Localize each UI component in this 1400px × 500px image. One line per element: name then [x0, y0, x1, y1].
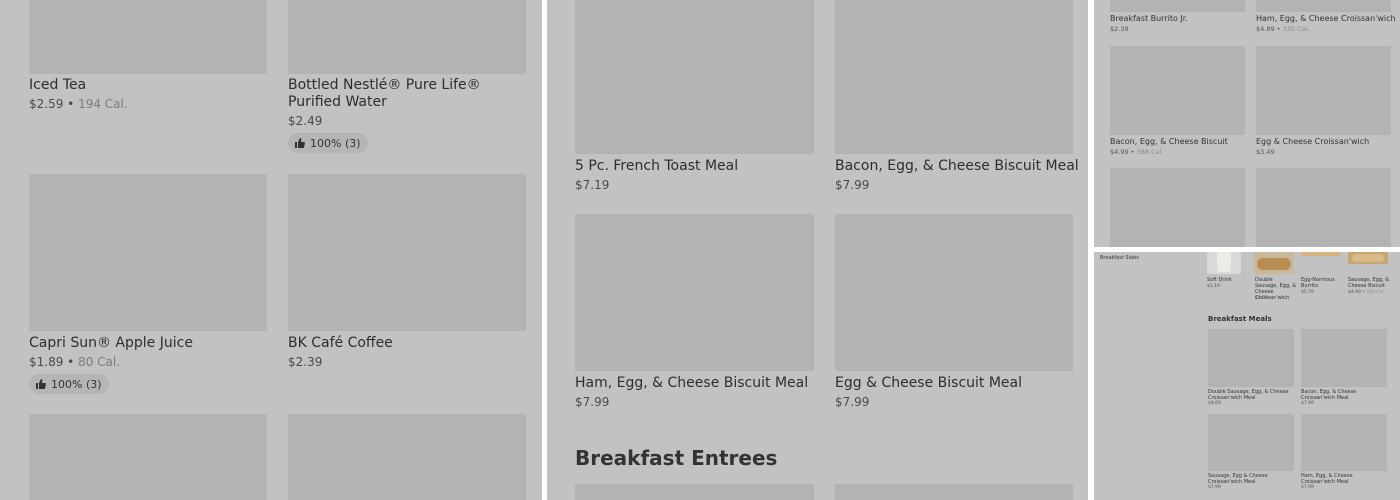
- item-price: $7.99: [1301, 485, 1314, 490]
- item-name-egg-cheese-croissanwich[interactable]: Egg & Cheese Croissan'wich: [1256, 137, 1369, 146]
- item-price: $4.89: [1256, 25, 1275, 33]
- item-image[interactable]: [575, 214, 814, 371]
- sidebar-item-breakfast-sides[interactable]: Breakfast Sides: [1100, 255, 1139, 261]
- item-image[interactable]: [1208, 329, 1294, 387]
- burrito-image[interactable]: [1301, 252, 1341, 256]
- item-price: $3.49: [1256, 148, 1275, 156]
- item-image[interactable]: [1110, 46, 1245, 135]
- item-name-double-sausage-croissanwich-meal[interactable]: Double Sausage, Egg, & Cheese Croissan'w…: [1208, 389, 1294, 401]
- item-price-line: $4.89 • 335 Cal.: [1256, 25, 1309, 33]
- separator-dot: •: [63, 355, 79, 369]
- menu-panel-breakfast-entrees-small: Breakfast Burrito Jr. $2.39 Ham, Egg, & …: [1094, 0, 1400, 247]
- croissanwich-image[interactable]: [1254, 252, 1294, 274]
- item-price: $7.19: [575, 178, 610, 192]
- section-title-breakfast-meals: Breakfast Meals: [1208, 315, 1272, 323]
- item-price: $4.99: [1348, 290, 1361, 295]
- item-image[interactable]: [288, 414, 526, 500]
- item-image[interactable]: [1301, 329, 1387, 387]
- item-calories: 80 Cal.: [78, 355, 121, 369]
- item-price-line: $4.99 • 520 Cal.: [1348, 290, 1385, 295]
- item-price: $7.99: [835, 178, 870, 192]
- item-image[interactable]: [575, 484, 814, 500]
- item-name-capri-sun[interactable]: Capri Sun® Apple Juice: [29, 335, 193, 351]
- item-calories: 194 Cal.: [78, 97, 128, 111]
- item-image[interactable]: [288, 0, 526, 74]
- item-image[interactable]: [835, 0, 1073, 154]
- section-title-breakfast-entrees: Breakfast Entrees: [575, 446, 778, 470]
- item-price: $8.69: [1208, 401, 1221, 406]
- item-name-sausage-egg-cheese-biscuit[interactable]: Sausage, Egg, & Cheese Biscuit: [1348, 277, 1390, 289]
- item-price: $7.99: [575, 395, 610, 409]
- rating-text: 100% (3): [51, 377, 102, 391]
- item-price: $5.79: [1301, 290, 1314, 295]
- item-image[interactable]: [835, 484, 1073, 500]
- rating-badge: 100% (3): [29, 374, 109, 394]
- item-name-bk-cafe-coffee[interactable]: BK Café Coffee: [288, 335, 393, 351]
- item-name-bottled-water[interactable]: Bottled Nestlé® Pure Life® Purified Wate…: [288, 77, 518, 111]
- menu-panel-breakfast-meals: 5 Pc. French Toast Meal $7.19 Bacon, Egg…: [547, 0, 1088, 500]
- item-name-ham-egg-cheese-croissanwich[interactable]: Ham, Egg, & Cheese Croissan'wich: [1256, 14, 1396, 23]
- item-image[interactable]: [29, 174, 267, 331]
- item-price: $2.49: [288, 114, 323, 128]
- item-name-egg-cheese-biscuit-meal[interactable]: Egg & Cheese Biscuit Meal: [835, 375, 1022, 391]
- item-price: $2.59: [29, 97, 64, 111]
- item-image[interactable]: [1256, 0, 1391, 12]
- sandwich-icon: [1257, 258, 1291, 270]
- item-image[interactable]: [288, 174, 526, 331]
- item-image[interactable]: [29, 414, 267, 500]
- item-price-line: $1.89 • 80 Cal.: [29, 355, 120, 369]
- item-name-bacon-egg-cheese-biscuit-meal[interactable]: Bacon, Egg, & Cheese Biscuit Meal: [835, 158, 1079, 174]
- item-name-french-toast-meal[interactable]: 5 Pc. French Toast Meal: [575, 158, 738, 174]
- thumbs-up-icon: [36, 379, 46, 389]
- item-name-sausage-egg-cheese-croissanwich-meal[interactable]: Sausage, Egg & Cheese Croissan'wich Meal: [1208, 473, 1294, 485]
- separator-dot: •: [1128, 148, 1137, 156]
- rating-badge: 100% (3): [288, 133, 368, 153]
- item-name-egg-normous-burrito[interactable]: Egg-Normous Burrito: [1301, 277, 1341, 289]
- item-price: $2.39: [288, 355, 323, 369]
- item-price: $7.99: [835, 395, 870, 409]
- separator-dot: •: [1274, 25, 1283, 33]
- item-name-ham-egg-cheese-croissanwich-meal[interactable]: Ham, Egg, & Cheese Croissan'wich Meal: [1301, 473, 1387, 485]
- item-name-ham-egg-cheese-biscuit-meal[interactable]: Ham, Egg, & Cheese Biscuit Meal: [575, 375, 808, 391]
- item-name-soft-drink[interactable]: Soft Drink: [1207, 277, 1247, 283]
- item-image[interactable]: [1110, 0, 1245, 12]
- item-name-breakfast-burrito-jr[interactable]: Breakfast Burrito Jr.: [1110, 14, 1188, 23]
- rating-text: 100% (3): [310, 136, 361, 150]
- item-price: $7.99: [1208, 485, 1221, 490]
- cup-icon: [1217, 252, 1231, 272]
- item-price: $4.99: [1110, 148, 1129, 156]
- item-image[interactable]: [1110, 168, 1245, 247]
- item-price: $1.19: [1207, 284, 1220, 289]
- item-price: $7.99: [1301, 401, 1314, 406]
- item-calories: 388 Cal.: [1136, 148, 1164, 156]
- thumbs-up-icon: [295, 138, 305, 148]
- item-name-bacon-egg-cheese-biscuit[interactable]: Bacon, Egg, & Cheese Biscuit: [1110, 137, 1228, 146]
- item-image[interactable]: [1208, 414, 1294, 471]
- item-name-iced-tea[interactable]: Iced Tea: [29, 77, 86, 93]
- item-calories: 520 Cal.: [1366, 290, 1386, 295]
- item-image[interactable]: [1256, 168, 1391, 247]
- item-price-line: $2.59 • 194 Cal.: [29, 97, 128, 111]
- soft-drink-image[interactable]: [1207, 252, 1241, 274]
- item-calories: 335 Cal.: [1282, 25, 1310, 33]
- item-name-bacon-egg-cheese-croissanwich-meal[interactable]: Bacon, Egg, & Cheese Croissan'wich Meal: [1301, 389, 1387, 401]
- item-price-line: $4.99 • 388 Cal.: [1110, 148, 1163, 156]
- biscuit-image[interactable]: [1348, 252, 1388, 264]
- menu-panel-overview: Breakfast Sides Soft Drink $1.19 Double …: [1094, 252, 1400, 500]
- separator-dot: •: [63, 97, 79, 111]
- item-price: $2.39: [1110, 25, 1129, 33]
- item-image[interactable]: [1301, 414, 1387, 471]
- biscuit-icon: [1352, 254, 1384, 262]
- item-image[interactable]: [835, 214, 1073, 371]
- item-image[interactable]: [575, 0, 814, 154]
- item-image[interactable]: [1256, 46, 1391, 135]
- item-price: $5.59: [1255, 296, 1268, 301]
- item-price: $1.89: [29, 355, 64, 369]
- menu-panel-drinks: Iced Tea $2.59 • 194 Cal. Bottled Nestlé…: [0, 0, 542, 500]
- item-image[interactable]: [29, 0, 267, 74]
